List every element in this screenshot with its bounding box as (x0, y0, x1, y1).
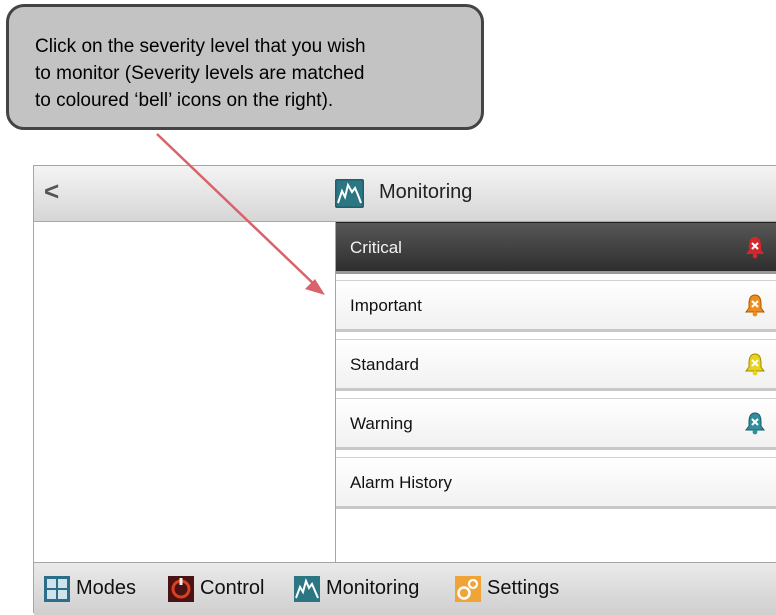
bell-warning-icon (745, 412, 765, 435)
control-icon (168, 576, 194, 602)
monitoring-icon (335, 179, 364, 208)
menu-item-label: Alarm History (350, 473, 453, 492)
callout-line-3: to coloured ‘bell’ icons on the right). (35, 90, 334, 111)
menu-item-critical[interactable]: Critical (336, 222, 776, 274)
modes-icon (44, 576, 70, 602)
menu-item-label: Critical (350, 238, 402, 257)
monitoring-app: < Monitoring Critical Important Standard… (33, 165, 776, 615)
menu-item-label: Warning (350, 414, 413, 433)
menu-item-alarm-history[interactable]: Alarm History (336, 457, 776, 509)
nav-label: Control (200, 577, 265, 599)
nav-label: Settings (487, 577, 560, 599)
bottom-nav: Modes Control Monitoring Settings (34, 562, 776, 615)
menu-item-label: Standard (350, 355, 419, 374)
callout-line-1: Click on the severity level that you wis… (35, 36, 366, 57)
menu-item-important[interactable]: Important (336, 280, 776, 332)
menu-item-label: Important (350, 296, 422, 315)
menu-item-standard[interactable]: Standard (336, 339, 776, 391)
page-title: Monitoring (379, 181, 473, 203)
header-bar: < Monitoring (34, 166, 776, 222)
bell-important-icon (745, 294, 765, 317)
bell-standard-icon (745, 353, 765, 376)
menu-item-warning[interactable]: Warning (336, 398, 776, 450)
instruction-callout: Click on the severity level that you wis… (6, 4, 484, 130)
nav-label: Monitoring (326, 577, 420, 599)
settings-icon (455, 576, 481, 602)
back-button[interactable]: < (44, 176, 74, 208)
nav-label: Modes (76, 577, 137, 599)
callout-line-2: to monitor (Severity levels are matched (35, 63, 365, 84)
left-panel (34, 222, 336, 562)
bell-critical-icon (746, 237, 764, 259)
monitoring-icon (294, 576, 320, 602)
